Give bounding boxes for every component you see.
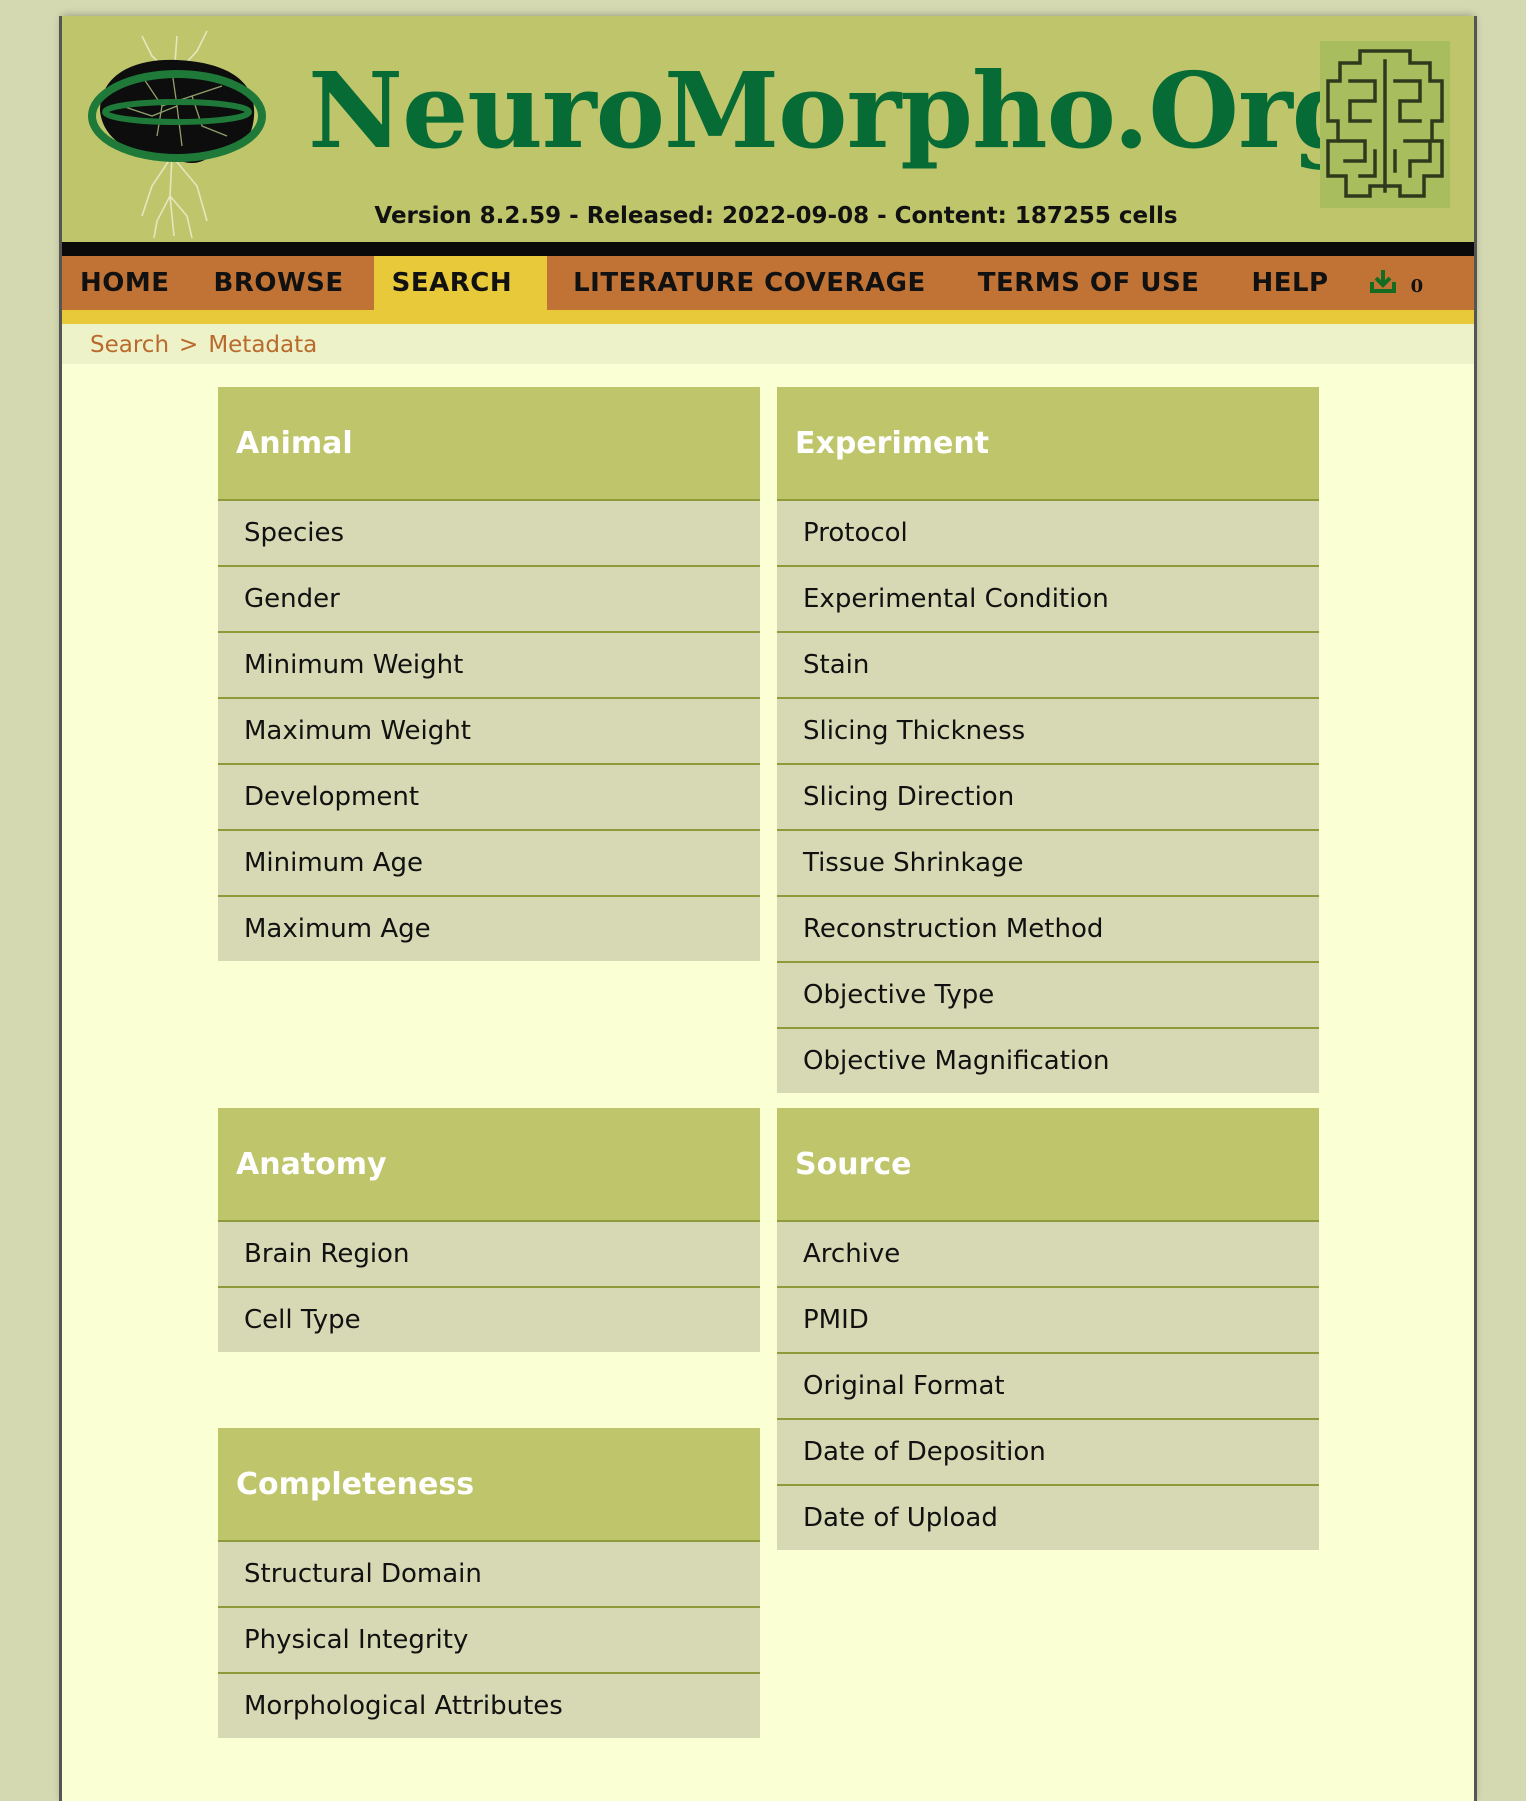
field-objective-magnification[interactable]: Objective Magnification	[777, 1029, 1319, 1093]
page-container: NeuroMorpho.Org Version 8.2.59 - Release…	[62, 16, 1474, 1801]
panel-title: Source	[777, 1108, 1319, 1222]
field-morphological-attributes[interactable]: Morphological Attributes	[218, 1674, 760, 1738]
nav-help[interactable]: HELP	[1233, 256, 1346, 310]
field-structural-domain[interactable]: Structural Domain	[218, 1542, 760, 1608]
site-header: NeuroMorpho.Org Version 8.2.59 - Release…	[62, 16, 1474, 242]
field-date-of-upload[interactable]: Date of Upload	[777, 1486, 1319, 1550]
breadcrumb-metadata[interactable]: Metadata	[208, 332, 317, 358]
field-stain[interactable]: Stain	[777, 633, 1319, 699]
version-info: Version 8.2.59 - Released: 2022-09-08 - …	[374, 203, 1178, 229]
field-maximum-weight[interactable]: Maximum Weight	[218, 699, 760, 765]
field-slicing-direction[interactable]: Slicing Direction	[777, 765, 1319, 831]
field-maximum-age[interactable]: Maximum Age	[218, 897, 760, 961]
main-nav: HOME BROWSE SEARCH LITERATURE COVERAGE T…	[62, 256, 1474, 310]
cart-count: 0	[1410, 275, 1424, 297]
field-pmid[interactable]: PMID	[777, 1288, 1319, 1354]
field-physical-integrity[interactable]: Physical Integrity	[218, 1608, 760, 1674]
panel-title: Completeness	[218, 1428, 760, 1542]
breadcrumb-separator: >	[179, 332, 199, 358]
field-original-format[interactable]: Original Format	[777, 1354, 1319, 1420]
field-experimental-condition[interactable]: Experimental Condition	[777, 567, 1319, 633]
panel-title: Animal	[218, 387, 760, 501]
download-cart[interactable]: 0	[1369, 256, 1424, 310]
nav-underline	[62, 310, 1474, 324]
breadcrumb: Search > Metadata	[62, 324, 1474, 364]
panel-anatomy: Anatomy Brain Region Cell Type	[218, 1108, 760, 1352]
field-development[interactable]: Development	[218, 765, 760, 831]
nav-terms-of-use[interactable]: TERMS OF USE	[960, 256, 1218, 310]
field-tissue-shrinkage[interactable]: Tissue Shrinkage	[777, 831, 1319, 897]
field-objective-type[interactable]: Objective Type	[777, 963, 1319, 1029]
panel-animal: Animal Species Gender Minimum Weight Max…	[218, 387, 760, 961]
panel-completeness: Completeness Structural Domain Physical …	[218, 1428, 760, 1738]
nav-literature-coverage[interactable]: LITERATURE COVERAGE	[555, 256, 944, 310]
brain-maze-logo-icon[interactable]	[1320, 41, 1450, 208]
field-protocol[interactable]: Protocol	[777, 501, 1319, 567]
field-minimum-age[interactable]: Minimum Age	[218, 831, 760, 897]
site-title[interactable]: NeuroMorpho.Org	[308, 46, 1364, 176]
breadcrumb-search[interactable]: Search	[90, 332, 169, 358]
field-gender[interactable]: Gender	[218, 567, 760, 633]
field-reconstruction-method[interactable]: Reconstruction Method	[777, 897, 1319, 963]
panel-source: Source Archive PMID Original Format Date…	[777, 1108, 1319, 1550]
panel-experiment: Experiment Protocol Experimental Conditi…	[777, 387, 1319, 1093]
field-archive[interactable]: Archive	[777, 1222, 1319, 1288]
field-cell-type[interactable]: Cell Type	[218, 1288, 760, 1352]
nav-home[interactable]: HOME	[62, 256, 188, 310]
panel-title: Experiment	[777, 387, 1319, 501]
header-divider	[62, 242, 1474, 256]
panel-title: Anatomy	[218, 1108, 760, 1222]
field-slicing-thickness[interactable]: Slicing Thickness	[777, 699, 1319, 765]
nav-search[interactable]: SEARCH	[373, 256, 548, 310]
download-cart-icon[interactable]	[1369, 268, 1397, 298]
field-minimum-weight[interactable]: Minimum Weight	[218, 633, 760, 699]
field-date-of-deposition[interactable]: Date of Deposition	[777, 1420, 1319, 1486]
field-species[interactable]: Species	[218, 501, 760, 567]
field-brain-region[interactable]: Brain Region	[218, 1222, 760, 1288]
nav-browse[interactable]: BROWSE	[196, 256, 362, 310]
